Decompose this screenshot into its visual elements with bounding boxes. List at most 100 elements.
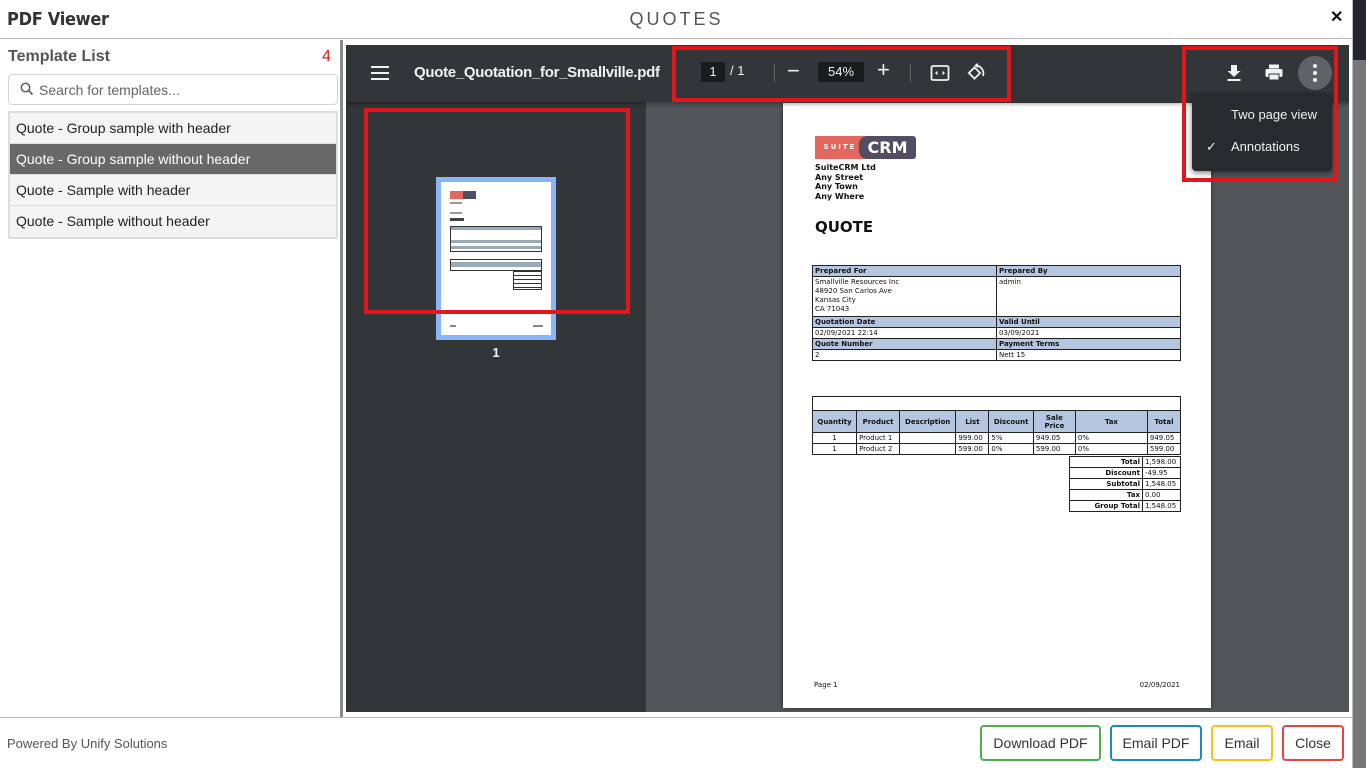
hamburger-menu-icon[interactable] — [371, 66, 389, 80]
prepared-for-line: Smallville Resources Inc — [815, 278, 900, 286]
more-options-menu: Two page view ✓ Annotations — [1192, 93, 1332, 171]
cell: 1 — [811, 432, 858, 444]
col-header: Quantity — [811, 410, 858, 433]
search-icon — [20, 82, 34, 96]
group-header-row — [812, 396, 1181, 410]
totals-value: 1,548.05 — [1142, 478, 1181, 490]
template-search — [8, 74, 338, 105]
address-line: Any Street — [815, 172, 864, 182]
page-thumbnail[interactable] — [436, 177, 556, 340]
logo-suite-text: SUITE — [815, 136, 865, 159]
totals-row: Discount -49.95 — [1069, 467, 1181, 479]
quotation-date-value: 02/09/2021 22:14 — [812, 327, 997, 339]
cell: Product 2 — [856, 443, 900, 455]
cell: 0% — [1074, 443, 1148, 455]
prepared-by-value: admin — [996, 276, 1181, 317]
cell: 949.05 — [1146, 432, 1182, 444]
totals-label: Total — [1069, 456, 1143, 468]
totals-value: -49.95 — [1142, 467, 1181, 479]
cell: 599.00 — [1032, 443, 1076, 455]
template-item[interactable]: Quote - Sample with header — [10, 175, 336, 206]
prepared-for-line: 48920 San Carlos Ave — [815, 287, 892, 295]
more-options-button[interactable] — [1298, 56, 1332, 90]
pdf-viewer: Quote_Quotation_for_Smallville.pdf 1 / 1… — [346, 45, 1349, 712]
zoom-level-input[interactable]: 54% — [818, 62, 864, 82]
backdrop-header-strip — [1352, 0, 1366, 60]
payment-terms-label: Payment Terms — [996, 338, 1181, 350]
toolbar-divider — [910, 64, 911, 82]
rotate-icon[interactable] — [965, 62, 987, 84]
totals-label: Tax — [1069, 489, 1143, 501]
menu-item-two-page-view[interactable]: Two page view — [1192, 101, 1332, 131]
address-line: SuiteCRM Ltd — [815, 163, 876, 172]
page-number-input[interactable]: 1 — [701, 62, 725, 82]
company-address: SuiteCRM Ltd Any Street Any Town Any Whe… — [815, 163, 876, 202]
cell: 0% — [1074, 432, 1148, 444]
totals-label: Subtotal — [1069, 478, 1143, 490]
cell: 0% — [988, 443, 1034, 455]
print-icon[interactable] — [1265, 64, 1283, 81]
col-header: Description — [898, 410, 957, 433]
page-footer-date: 02/09/2021 — [1139, 681, 1180, 689]
prepared-for-line: CA 71043 — [815, 305, 850, 313]
template-item-selected[interactable]: Quote - Group sample without header — [10, 144, 336, 175]
cell: 599.00 — [955, 443, 990, 455]
close-button[interactable]: Close — [1282, 725, 1344, 761]
col-header: Total — [1146, 410, 1182, 433]
document-title: QUOTE — [815, 218, 874, 236]
pdf-viewer-modal: PDF Viewer QUOTES ✕ Template List 4 Quot… — [0, 0, 1353, 768]
totals-value: 0.00 — [1142, 489, 1181, 501]
powered-by-text: Powered By Unify Solutions — [7, 736, 168, 751]
table-row: 1 Product 1 999.00 5% 949.05 0% 949.05 — [811, 432, 1182, 444]
zoom-in-button[interactable]: + — [877, 57, 890, 83]
cell: Product 1 — [856, 432, 900, 444]
close-x-icon[interactable]: ✕ — [1330, 7, 1343, 27]
thumbnail-page-preview — [441, 182, 551, 335]
download-icon[interactable] — [1226, 64, 1242, 82]
toolbar-divider — [774, 64, 775, 82]
quote-number-label: Quote Number — [812, 338, 997, 350]
thumbnail-page-number: 1 — [492, 345, 500, 360]
line-items-table: Quantity Product Description List Discou… — [811, 410, 1182, 455]
col-header: List — [955, 410, 990, 433]
email-pdf-button[interactable]: Email PDF — [1110, 725, 1202, 761]
module-title: QUOTES — [629, 9, 724, 29]
page-footer-number: Page 1 — [814, 681, 838, 689]
modal-header: PDF Viewer QUOTES ✕ — [0, 0, 1353, 39]
menu-item-label: Two page view — [1231, 107, 1317, 122]
col-header: Tax — [1074, 410, 1148, 433]
modal-footer: Powered By Unify Solutions Download PDF … — [0, 717, 1353, 768]
table-row: 1 Product 2 599.00 0% 599.00 0% 599.00 — [811, 443, 1182, 455]
template-item[interactable]: Quote - Sample without header — [10, 206, 336, 237]
template-count: 4 — [322, 48, 331, 65]
template-item[interactable]: Quote - Group sample with header — [10, 113, 336, 144]
pdf-page: SUITE CRM SuiteCRM Ltd Any Street Any To… — [783, 103, 1211, 708]
zoom-out-button[interactable]: − — [787, 58, 800, 84]
col-header: Sale Price — [1032, 410, 1076, 433]
totals-value: 1,598.00 — [1142, 456, 1181, 468]
quotation-date-label: Quotation Date — [812, 316, 997, 328]
download-pdf-button[interactable]: Download PDF — [980, 725, 1101, 761]
cell: 999.00 — [955, 432, 990, 444]
quote-number-value: 2 — [812, 349, 997, 361]
quote-info-table: Prepared For Prepared By Smallville Reso… — [812, 265, 1181, 361]
template-search-input[interactable] — [39, 75, 329, 104]
thumbnail-pane: 1 — [346, 102, 646, 712]
email-button[interactable]: Email — [1211, 725, 1273, 761]
template-list-title: Template List — [8, 48, 110, 65]
cell: 599.00 — [1146, 443, 1182, 455]
logo-crm-text: CRM — [859, 136, 916, 159]
totals-value: 1,548.05 — [1142, 500, 1181, 512]
totals-label: Group Total — [1069, 500, 1143, 512]
totals-row: Subtotal 1,548.05 — [1069, 478, 1181, 490]
fit-to-page-icon[interactable] — [930, 64, 950, 82]
totals-table: Total 1,598.00 Discount -49.95 Subtotal 1,5… — [1069, 456, 1181, 512]
totals-row: Tax 0.00 — [1069, 489, 1181, 501]
totals-label: Discount — [1069, 467, 1143, 479]
pdf-filename: Quote_Quotation_for_Smallville.pdf — [414, 64, 660, 81]
cell: 949.05 — [1032, 432, 1076, 444]
cell: 5% — [988, 432, 1034, 444]
menu-item-annotations[interactable]: ✓ Annotations — [1192, 133, 1332, 163]
menu-item-label: Annotations — [1231, 139, 1300, 154]
totals-row: Group Total 1,548.05 — [1069, 500, 1181, 512]
